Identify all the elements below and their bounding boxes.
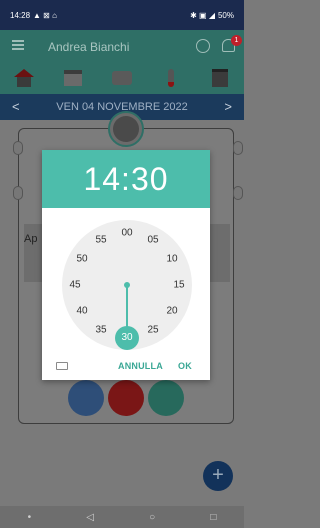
minute-20[interactable]: 20 bbox=[166, 306, 177, 317]
home-button[interactable]: ○ bbox=[149, 512, 155, 523]
minute-05[interactable]: 05 bbox=[147, 235, 158, 246]
background-calendar-button bbox=[68, 380, 104, 416]
minute-15[interactable]: 15 bbox=[173, 280, 184, 291]
minute-10[interactable]: 10 bbox=[166, 254, 177, 265]
background-toggle bbox=[13, 186, 23, 200]
user-icon[interactable] bbox=[196, 39, 210, 53]
background-confirm-button bbox=[148, 380, 184, 416]
next-day-button[interactable]: > bbox=[224, 99, 232, 114]
minute-00[interactable]: 00 bbox=[121, 228, 132, 239]
nav-dot: • bbox=[27, 511, 32, 523]
clock-center bbox=[124, 282, 130, 288]
time-picker-dialog: 14:30 00 05 10 15 20 25 35 40 45 50 55 3… bbox=[42, 150, 210, 380]
chat-icon bbox=[111, 71, 132, 85]
app-bar: Andrea Bianchi 1 bbox=[0, 30, 244, 94]
thermometer-icon bbox=[167, 69, 174, 87]
background-toggle bbox=[233, 186, 243, 200]
selected-minute[interactable]: 30 bbox=[115, 326, 139, 350]
prev-day-button[interactable]: < bbox=[12, 99, 20, 114]
tab-bar bbox=[0, 64, 244, 92]
selected-time[interactable]: 14:30 bbox=[42, 150, 210, 208]
system-nav-bar: • ◁ ○ □ bbox=[0, 506, 244, 528]
minute-35[interactable]: 35 bbox=[95, 325, 106, 336]
cancel-button[interactable]: ANNULLA bbox=[118, 361, 163, 371]
tab-calendar[interactable] bbox=[61, 68, 85, 88]
notification-icons: ▲ ⊠ ⌂ bbox=[33, 10, 57, 20]
phonebook-icon bbox=[108, 111, 144, 147]
minute-45[interactable]: 45 bbox=[69, 280, 80, 291]
clipboard-icon bbox=[211, 69, 228, 87]
keyboard-icon[interactable] bbox=[56, 362, 68, 370]
minute-55[interactable]: 55 bbox=[95, 235, 106, 246]
notification-badge: 1 bbox=[231, 35, 242, 46]
background-cancel-button bbox=[108, 380, 144, 416]
signal-icons: ✱ ▣ ◢ bbox=[190, 10, 215, 20]
status-bar: 14:28 ▲ ⊠ ⌂ ✱ ▣ ◢ 50% bbox=[0, 0, 244, 30]
recents-button[interactable]: □ bbox=[210, 512, 216, 523]
minute-50[interactable]: 50 bbox=[76, 254, 87, 265]
user-name: Andrea Bianchi bbox=[48, 40, 130, 54]
background-text: Ap bbox=[24, 233, 38, 245]
add-button[interactable]: + bbox=[203, 461, 233, 491]
background-toggle bbox=[233, 141, 243, 155]
background-toggle bbox=[13, 141, 23, 155]
tab-messages[interactable] bbox=[110, 68, 134, 88]
battery-level: 50% bbox=[217, 10, 234, 20]
tab-temperature[interactable] bbox=[159, 68, 183, 88]
clock-hand bbox=[126, 285, 128, 332]
back-button[interactable]: ◁ bbox=[86, 512, 94, 523]
minute-25[interactable]: 25 bbox=[147, 325, 158, 336]
clock-face[interactable]: 00 05 10 15 20 25 35 40 45 50 55 30 bbox=[62, 220, 192, 350]
status-time: 14:28 bbox=[10, 10, 31, 20]
home-icon bbox=[14, 69, 35, 87]
ok-button[interactable]: OK bbox=[178, 361, 192, 371]
minute-40[interactable]: 40 bbox=[76, 306, 87, 317]
tab-home[interactable] bbox=[12, 68, 36, 88]
calendar-icon bbox=[64, 70, 83, 86]
menu-icon[interactable] bbox=[12, 40, 24, 50]
tab-clipboard[interactable] bbox=[208, 68, 232, 88]
